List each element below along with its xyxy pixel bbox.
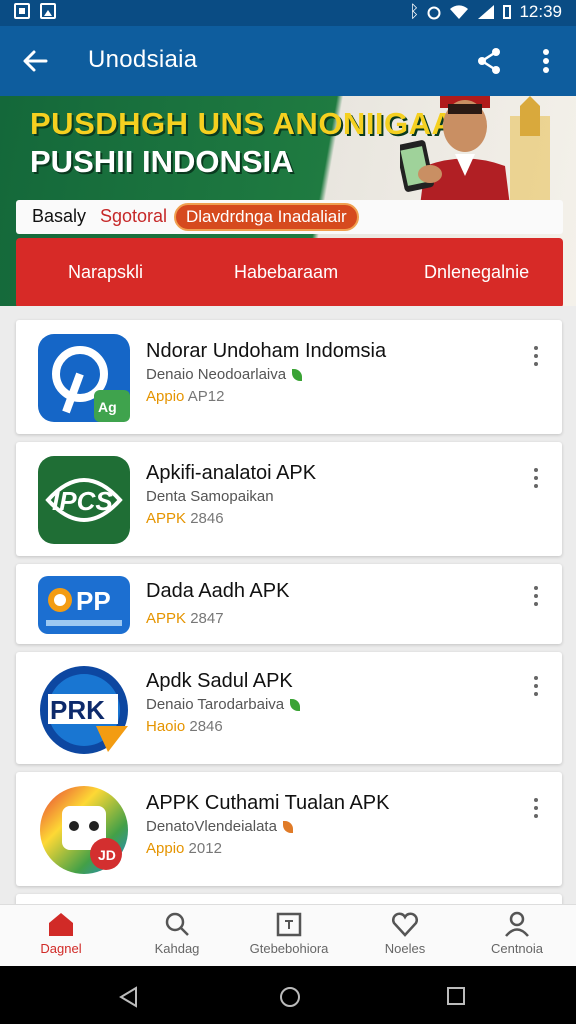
system-back-icon[interactable] (118, 986, 140, 1008)
list-item[interactable]: Ag Ndorar Undoham Indomsia Denaio Neodoa… (16, 320, 562, 434)
svg-text:PRK: PRK (50, 695, 105, 725)
nav-favorites[interactable]: Noeles (350, 911, 460, 956)
app-icon-pp: PP (38, 576, 130, 634)
banner-person-illustration (400, 96, 550, 206)
item-more-icon[interactable] (532, 676, 540, 700)
list-item[interactable]: PRK Apdk Sadul APK Denaio Tarodarbaiva H… (16, 652, 562, 764)
app-developer: Denta Samopaikan (146, 488, 274, 505)
nav-home[interactable]: Dagnel (6, 911, 116, 956)
bottom-navigation: Dagnel Kahdag Gtebebohiora Noeles Centno… (0, 904, 576, 967)
verified-badge-icon (282, 821, 293, 834)
item-more-icon[interactable] (532, 468, 540, 492)
home-icon (49, 913, 73, 936)
app-developer: Denaio Neodoarlaiva (146, 366, 303, 383)
svg-text:Ag: Ag (98, 399, 117, 415)
list-item[interactable]: PP Dada Aadh APK APPK 2847 (16, 564, 562, 644)
nav-label: Noeles (384, 941, 426, 956)
verified-badge-icon (292, 369, 303, 382)
app-name: Apkifi-analatoi APK (146, 462, 317, 484)
signal-icon (478, 5, 495, 19)
system-recents-icon[interactable] (446, 986, 466, 1006)
search-icon (165, 912, 189, 936)
verified-badge-icon (290, 699, 301, 712)
banner-sub-label-2: Sgotoral (100, 206, 168, 226)
app-icon-blue-p: Ag (38, 334, 130, 422)
nav-calendar[interactable]: Gtebebohiora (234, 911, 344, 956)
image-notification-icon (40, 3, 56, 19)
svg-text:JD: JD (98, 847, 116, 863)
share-icon[interactable] (474, 46, 504, 76)
wifi-icon (450, 5, 469, 19)
status-bar: ᛒ 12:39 (0, 0, 576, 26)
item-more-icon[interactable] (532, 346, 540, 370)
app-icon-robot: JD (40, 786, 128, 874)
system-navigation-bar (0, 966, 576, 1024)
page-title: Unodsiaia (88, 46, 198, 73)
bluetooth-icon: ᛒ (409, 2, 420, 21)
nav-label: Kahdag (154, 941, 200, 956)
app-name: Ndorar Undoham Indomsia (146, 340, 387, 362)
tab-category-1[interactable]: Narapskli (68, 262, 143, 283)
category-tabs: Narapskli Habebaraam Dnlenegalnie (16, 238, 563, 306)
nav-account[interactable]: Centnoia (462, 911, 572, 956)
svg-text:IPCS: IPCS (52, 486, 113, 516)
app-developer: DenatoVlendeialata (146, 818, 293, 835)
more-options-icon[interactable] (534, 46, 558, 76)
app-name: Apdk Sadul APK (146, 670, 293, 692)
nav-label: Gtebebohiora (249, 941, 329, 956)
banner-headline-2: PUSHII INDONSIA (30, 144, 294, 179)
app-meta: Appio 2012 (146, 840, 222, 857)
item-more-icon[interactable] (532, 586, 540, 610)
app-name: Dada Aadh APK (146, 580, 290, 602)
list-item[interactable]: IPCS Apkifi-analatoi APK Denta Samopaika… (16, 442, 562, 556)
list-item[interactable]: JD APPK Cuthami Tualan APK DenatoVlendei… (16, 772, 562, 886)
banner-chip[interactable]: Dlavdrdnga Inadaliair (174, 203, 359, 231)
alarm-icon (427, 6, 441, 20)
banner-headline-1: PUSDHGH UNS ANONIIGAA (30, 106, 455, 141)
app-icon-green-ipcs: IPCS (38, 456, 130, 544)
app-meta: APPK 2846 (146, 510, 224, 527)
promo-banner[interactable]: PUSDHGH UNS ANONIIGAA PUSHII INDONSIA Ba… (0, 96, 576, 306)
heart-icon (392, 912, 418, 937)
app-name: APPK Cuthami Tualan APK (146, 792, 390, 814)
battery-icon (503, 5, 512, 19)
app-icon-prk: PRK (40, 666, 128, 754)
notification-icon (14, 3, 30, 19)
app-bar: Unodsiaia (0, 26, 576, 96)
status-time: 12:39 (519, 2, 562, 21)
calendar-icon (276, 912, 302, 937)
nav-label: Centnoia (490, 941, 544, 956)
tab-category-3[interactable]: Dnlenegalnie (424, 262, 529, 283)
banner-sub-label-1: Basaly (32, 206, 87, 226)
person-icon (505, 911, 529, 937)
app-meta: Haoio 2846 (146, 718, 223, 735)
banner-sub-bar: Basaly Sgotoral Dlavdrdnga Inadaliair (16, 200, 563, 234)
back-arrow-icon[interactable] (20, 46, 50, 76)
tab-category-2[interactable]: Habebaraam (234, 262, 338, 283)
system-home-icon[interactable] (278, 985, 302, 1009)
app-meta: APPK 2847 (146, 610, 224, 627)
app-meta: Appio AP12 (146, 388, 225, 405)
nav-label: Dagnel (40, 941, 82, 956)
app-developer: Denaio Tarodarbaiva (146, 696, 301, 713)
svg-text:PP: PP (76, 586, 111, 616)
item-more-icon[interactable] (532, 798, 540, 822)
nav-search[interactable]: Kahdag (122, 911, 232, 956)
